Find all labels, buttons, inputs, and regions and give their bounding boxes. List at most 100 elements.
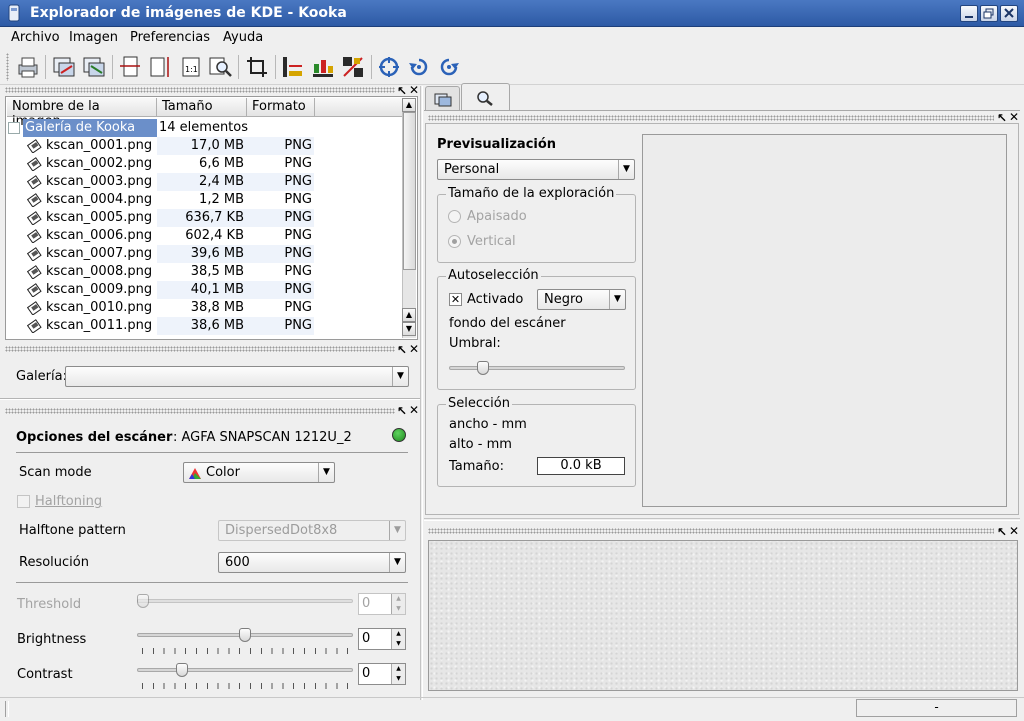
autoselect-threshold-slider-handle[interactable] xyxy=(477,361,489,375)
dock-handle-preview[interactable] xyxy=(428,115,994,121)
table-row[interactable]: kscan_0008.png 38,5 MB PNG xyxy=(7,263,403,281)
table-row[interactable]: kscan_0004.png 1,2 MB PNG xyxy=(7,191,403,209)
brightness-spinbox[interactable]: 0 ▲ ▼ xyxy=(358,628,406,650)
rotate-icon[interactable] xyxy=(376,54,402,80)
table-row[interactable]: kscan_0005.png 636,7 KB PNG xyxy=(7,209,403,227)
file-format: PNG xyxy=(284,318,312,333)
rotate-left-icon[interactable] xyxy=(406,54,432,80)
table-vertical-scrollbar[interactable]: ▲ ▲ ▼ xyxy=(402,98,416,338)
halftone-pattern-combo[interactable]: DispersedDot8x8 ▼ xyxy=(218,520,406,541)
fit-height-icon[interactable] xyxy=(147,54,173,80)
table-row[interactable]: kscan_0011.png 38,6 MB PNG xyxy=(7,317,403,335)
print-icon[interactable] xyxy=(15,54,41,80)
image-viewer-canvas[interactable] xyxy=(428,540,1018,691)
brightness-slider-handle[interactable] xyxy=(239,628,251,642)
halftoning-checkbox[interactable] xyxy=(17,495,30,508)
undock-icon[interactable]: ↖ xyxy=(997,112,1007,124)
close-window-button[interactable] xyxy=(1000,5,1018,22)
undock-icon[interactable]: ↖ xyxy=(397,405,407,417)
file-size: 17,0 MB xyxy=(190,138,244,153)
table-row[interactable]: kscan_0003.png 2,4 MB PNG xyxy=(7,173,403,191)
zoom-icon[interactable] xyxy=(207,54,233,80)
table-row-root[interactable]: Galería de Kooka 14 elementos xyxy=(7,119,403,137)
file-size: 1,2 MB xyxy=(199,192,244,207)
save-scan-icon[interactable] xyxy=(81,54,107,80)
mirror-vertical-icon[interactable] xyxy=(310,54,336,80)
close-dock-image-viewer-button[interactable]: ✕ xyxy=(1009,525,1019,537)
tab-preview[interactable] xyxy=(461,83,510,111)
contrast-slider-handle[interactable] xyxy=(176,663,188,677)
undock-icon[interactable]: ↖ xyxy=(397,344,407,356)
scroll-up-icon[interactable]: ▲ xyxy=(402,98,416,112)
dock-handle-gallery[interactable] xyxy=(5,87,395,93)
toolbar-handle[interactable] xyxy=(6,53,9,81)
table-row[interactable]: kscan_0007.png 39,6 MB PNG xyxy=(7,245,403,263)
close-dock-preview-button[interactable]: ✕ xyxy=(1009,111,1019,123)
dock-handle-scanner-options[interactable] xyxy=(5,408,395,414)
scroll-down-icon[interactable]: ▼ xyxy=(402,322,416,336)
file-format: PNG xyxy=(284,282,312,297)
menu-preferencias[interactable]: Preferencias xyxy=(130,30,210,45)
undock-icon[interactable]: ↖ xyxy=(397,85,407,97)
threshold-slider-handle[interactable] xyxy=(137,594,149,608)
mirror-both-icon[interactable] xyxy=(340,54,366,80)
portrait-radio[interactable] xyxy=(448,235,461,248)
table-row[interactable]: kscan_0009.png 40,1 MB PNG xyxy=(7,281,403,299)
table-row[interactable]: kscan_0006.png 602,4 KB PNG xyxy=(7,227,403,245)
scan-to-gallery-icon[interactable] xyxy=(51,54,77,80)
close-dock-scanner-options-button[interactable]: ✕ xyxy=(409,404,419,416)
tab-image-viewer[interactable] xyxy=(425,86,460,110)
menu-ayuda[interactable]: Ayuda xyxy=(223,30,263,45)
preview-image-area[interactable] xyxy=(642,134,1007,507)
file-name: kscan_0002.png xyxy=(46,156,153,171)
column-header-size[interactable]: Tamaño xyxy=(157,98,247,117)
contrast-spinbox[interactable]: 0 ▲ ▼ xyxy=(358,663,406,685)
menu-bar: Archivo Imagen Preferencias Ayuda xyxy=(0,27,1024,49)
table-row[interactable]: kscan_0002.png 6,6 MB PNG xyxy=(7,155,403,173)
column-header-format[interactable]: Formato xyxy=(247,98,315,117)
resolution-combo[interactable]: 600 ▼ xyxy=(218,552,406,573)
file-name: kscan_0009.png xyxy=(46,282,153,297)
gallery-combo[interactable]: ▼ xyxy=(65,366,409,387)
original-size-icon[interactable]: 1:1 xyxy=(178,54,204,80)
spin-arrows-icon[interactable]: ▲ ▼ xyxy=(391,664,405,684)
autoselect-enabled-checkbox[interactable]: ✕ xyxy=(449,293,462,306)
menu-imagen[interactable]: Imagen xyxy=(69,30,118,45)
gallery-table[interactable]: Nombre de la imagen Tamaño Formato Galer… xyxy=(5,96,418,340)
fit-width-icon[interactable] xyxy=(117,54,143,80)
gallery-root-name: Galería de Kooka xyxy=(25,120,136,135)
horizontal-splitter[interactable] xyxy=(424,518,1020,521)
selection-size-value: 0.0 kB xyxy=(537,457,625,475)
spin-arrows-icon[interactable]: ▲ ▼ xyxy=(391,629,405,649)
dock-handle-gallery-selector[interactable] xyxy=(5,346,395,352)
maximize-button[interactable] xyxy=(980,5,998,22)
scroll-up-icon-lower[interactable]: ▲ xyxy=(402,308,416,322)
column-header-name[interactable]: Nombre de la imagen xyxy=(7,98,157,129)
kooka-app-icon[interactable] xyxy=(7,4,21,22)
table-row[interactable]: kscan_0001.png 17,0 MB PNG xyxy=(7,137,403,155)
threshold-spinbox[interactable]: 0 ▲ ▼ xyxy=(358,593,406,615)
chevron-down-icon: ▼ xyxy=(609,290,625,309)
mirror-horizontal-icon[interactable] xyxy=(280,54,306,80)
scrollbar-thumb[interactable] xyxy=(403,112,416,270)
background-color-combo[interactable]: Negro ▼ xyxy=(537,289,626,310)
scan-size-preset-combo[interactable]: Personal ▼ xyxy=(437,159,635,180)
scan-mode-combo[interactable]: Color ▼ xyxy=(183,462,335,483)
autoselect-threshold-slider[interactable] xyxy=(449,366,625,370)
crop-icon[interactable] xyxy=(244,54,270,80)
menu-archivo[interactable]: Archivo xyxy=(11,30,60,45)
landscape-radio[interactable] xyxy=(448,210,461,223)
spin-arrows-icon[interactable]: ▲ ▼ xyxy=(391,594,405,614)
vertical-splitter[interactable] xyxy=(420,86,423,700)
close-dock-gallery-button[interactable]: ✕ xyxy=(409,84,419,96)
contrast-slider[interactable] xyxy=(137,668,353,672)
image-file-icon xyxy=(27,157,42,171)
threshold-slider[interactable] xyxy=(137,599,353,603)
close-dock-gallery-selector-button[interactable]: ✕ xyxy=(409,343,419,355)
undock-icon[interactable]: ↖ xyxy=(997,526,1007,538)
dock-handle-image-viewer[interactable] xyxy=(428,528,994,534)
rotate-right-icon[interactable] xyxy=(436,54,462,80)
minimize-button[interactable] xyxy=(960,5,978,22)
table-row[interactable]: kscan_0010.png 38,8 MB PNG xyxy=(7,299,403,317)
chevron-down-icon: ▼ xyxy=(618,160,634,179)
